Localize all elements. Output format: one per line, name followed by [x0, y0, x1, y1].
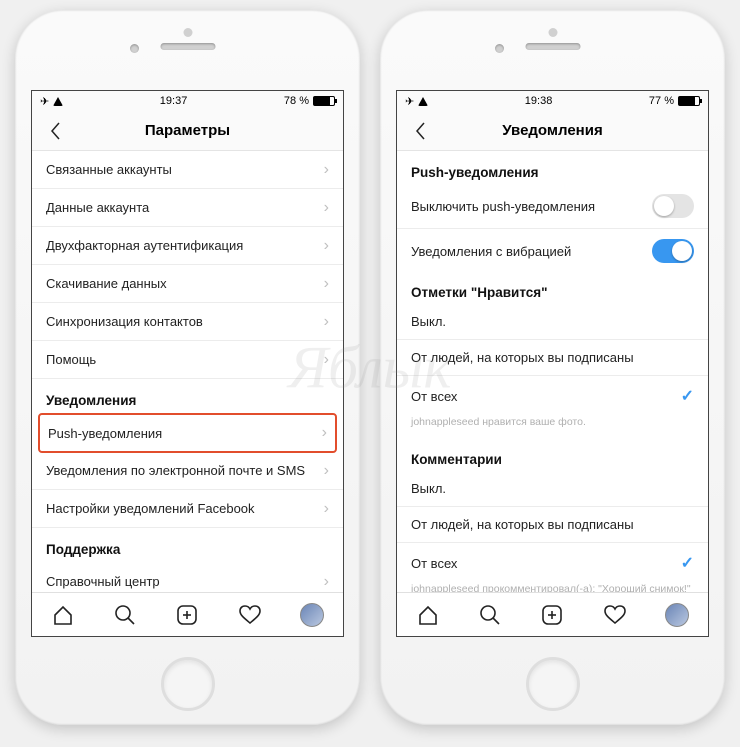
home-button[interactable]: [161, 657, 215, 711]
status-time: 19:38: [525, 95, 553, 107]
back-button[interactable]: [40, 111, 70, 151]
tab-new-post[interactable]: [540, 603, 564, 627]
home-button[interactable]: [526, 657, 580, 711]
chevron-right-icon: ›: [324, 275, 329, 293]
toggle-vibration[interactable]: [652, 239, 694, 263]
chevron-right-icon: ›: [324, 500, 329, 518]
row-facebook-notif[interactable]: Настройки уведомлений Facebook›: [32, 490, 343, 528]
toggle-label: Выключить push-уведомления: [411, 199, 595, 214]
status-bar: ✈︎ 19:38 77 %: [397, 91, 708, 111]
battery-pct: 77 %: [649, 95, 674, 107]
notifications-list[interactable]: Push-уведомления Выключить push-уведомле…: [397, 151, 708, 592]
section-support: Поддержка: [32, 528, 343, 563]
battery-icon: [678, 96, 700, 106]
battery-icon: [313, 96, 335, 106]
nav-header: Уведомления: [397, 111, 708, 151]
page-title: Уведомления: [502, 122, 602, 139]
row-email-sms[interactable]: Уведомления по электронной почте и SMS›: [32, 452, 343, 490]
chevron-right-icon: ›: [322, 424, 327, 442]
comments-opt-following[interactable]: От людей, на которых вы подписаны: [397, 509, 708, 540]
tab-profile[interactable]: [665, 603, 689, 627]
row-vibration[interactable]: Уведомления с вибрацией: [397, 231, 708, 271]
section-notifications: Уведомления: [32, 379, 343, 414]
chevron-right-icon: ›: [324, 462, 329, 480]
airplane-icon: ✈︎: [405, 95, 414, 108]
row-contacts-sync[interactable]: Синхронизация контактов›: [32, 303, 343, 341]
wifi-icon: [53, 97, 63, 106]
tab-profile[interactable]: [300, 603, 324, 627]
phone-left: ✈︎ 19:37 78 % Параметры Связанные аккаун…: [15, 10, 360, 725]
toggle-label: Уведомления с вибрацией: [411, 244, 571, 259]
avatar: [665, 603, 689, 627]
row-linked-accounts[interactable]: Связанные аккаунты›: [32, 151, 343, 189]
nav-header: Параметры: [32, 111, 343, 151]
check-icon: ✓: [681, 553, 694, 573]
row-disable-push[interactable]: Выключить push-уведомления: [397, 186, 708, 226]
likes-opt-following[interactable]: От людей, на которых вы подписаны: [397, 342, 708, 373]
battery-pct: 78 %: [284, 95, 309, 107]
comments-hint: johnappleseed прокомментировал(-а): "Хор…: [397, 581, 708, 592]
chevron-right-icon: ›: [324, 351, 329, 369]
tab-home[interactable]: [51, 603, 75, 627]
settings-list[interactable]: Связанные аккаунты› Данные аккаунта› Дву…: [32, 151, 343, 592]
row-help[interactable]: Помощь›: [32, 341, 343, 379]
section-push: Push-уведомления: [397, 151, 708, 186]
tab-bar: [32, 592, 343, 636]
comments-opt-everyone[interactable]: От всех✓: [397, 545, 708, 581]
status-bar: ✈︎ 19:37 78 %: [32, 91, 343, 111]
tab-activity[interactable]: [603, 603, 627, 627]
tab-home[interactable]: [416, 603, 440, 627]
chevron-right-icon: ›: [324, 237, 329, 255]
airplane-icon: ✈︎: [40, 95, 49, 108]
likes-opt-everyone[interactable]: От всех✓: [397, 378, 708, 414]
tab-activity[interactable]: [238, 603, 262, 627]
row-push-notifications[interactable]: Push-уведомления›: [38, 413, 337, 453]
likes-opt-off[interactable]: Выкл.: [397, 306, 708, 337]
tab-bar: [397, 592, 708, 636]
row-help-center[interactable]: Справочный центр›: [32, 563, 343, 592]
toggle-disable-push[interactable]: [652, 194, 694, 218]
page-title: Параметры: [145, 122, 230, 139]
row-download-data[interactable]: Скачивание данных›: [32, 265, 343, 303]
tab-new-post[interactable]: [175, 603, 199, 627]
back-button[interactable]: [405, 111, 435, 151]
likes-hint: johnappleseed нравится ваше фото.: [397, 414, 708, 438]
row-2fa[interactable]: Двухфакторная аутентификация›: [32, 227, 343, 265]
section-comments: Комментарии: [397, 438, 708, 473]
chevron-right-icon: ›: [324, 313, 329, 331]
comments-opt-off[interactable]: Выкл.: [397, 473, 708, 504]
screen-right: ✈︎ 19:38 77 % Уведомления Push-уведомлен…: [396, 90, 709, 637]
row-account-data[interactable]: Данные аккаунта›: [32, 189, 343, 227]
status-time: 19:37: [160, 95, 188, 107]
tab-search[interactable]: [478, 603, 502, 627]
chevron-right-icon: ›: [324, 573, 329, 591]
check-icon: ✓: [681, 386, 694, 406]
avatar: [300, 603, 324, 627]
chevron-right-icon: ›: [324, 199, 329, 217]
tab-search[interactable]: [113, 603, 137, 627]
chevron-right-icon: ›: [324, 161, 329, 179]
screen-left: ✈︎ 19:37 78 % Параметры Связанные аккаун…: [31, 90, 344, 637]
section-likes: Отметки "Нравится": [397, 271, 708, 306]
wifi-icon: [418, 97, 428, 106]
phone-right: ✈︎ 19:38 77 % Уведомления Push-уведомлен…: [380, 10, 725, 725]
